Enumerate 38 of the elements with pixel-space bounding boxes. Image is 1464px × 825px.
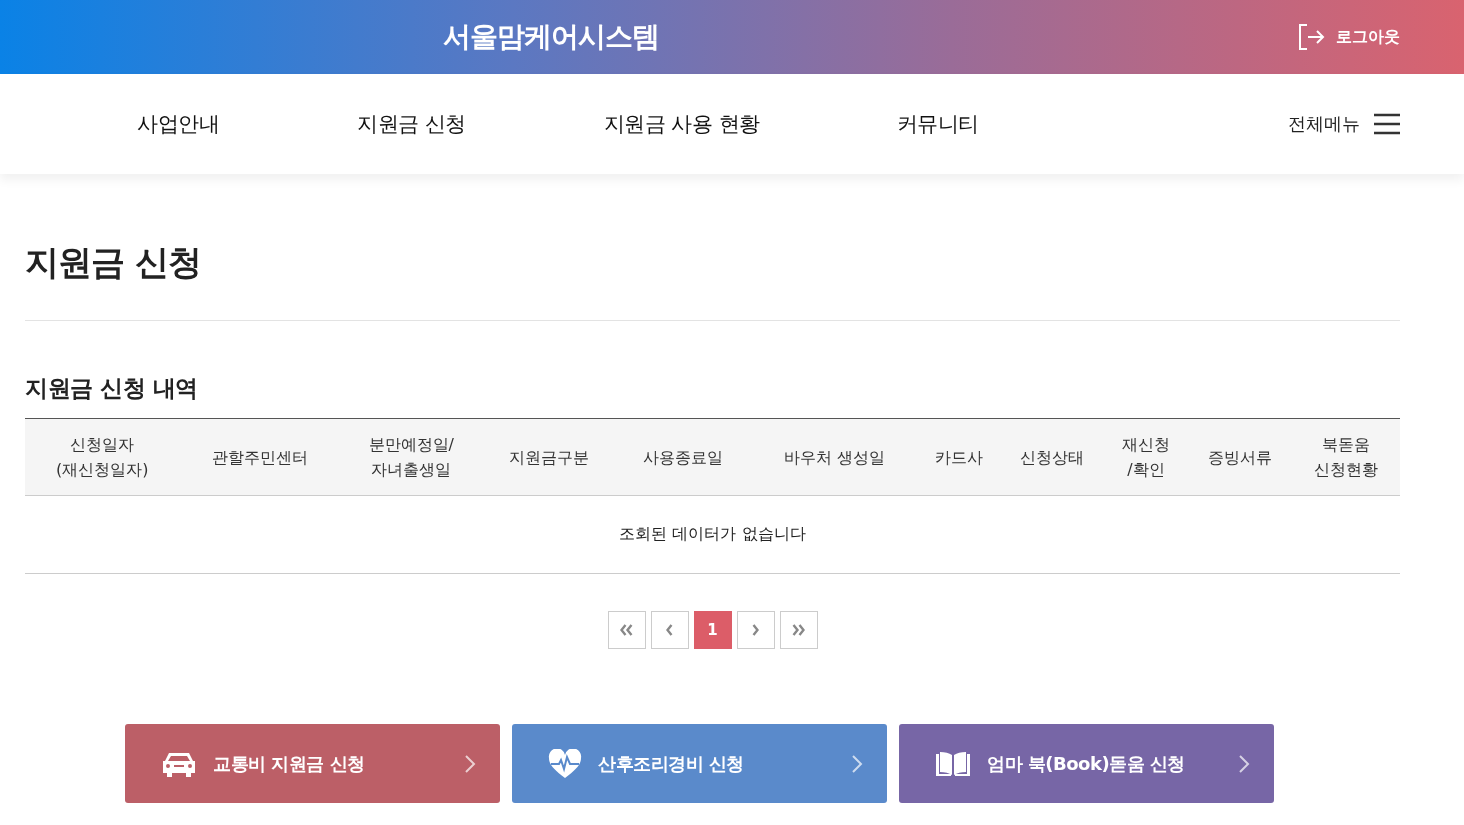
open-book-icon: [935, 750, 971, 777]
logout-button[interactable]: 로그아웃: [1298, 24, 1400, 50]
nav-item[interactable]: 지원금 신청: [357, 110, 466, 138]
chevron-right-icon: [1238, 753, 1250, 774]
quick-link-button[interactable]: 교통비 지원금 신청: [125, 724, 500, 803]
column-header: 증빙서류: [1186, 418, 1293, 496]
column-header: 지원금구분: [482, 418, 617, 496]
column-header: 신청상태: [998, 418, 1106, 496]
column-header: 북돋움 신청현황: [1293, 418, 1400, 496]
nav-item[interactable]: 지원금 사용 현황: [603, 110, 760, 138]
section-title: 지원금 신청 내역: [25, 374, 199, 403]
quick-link-button[interactable]: 엄마 북(Book)돋움 신청: [899, 724, 1274, 803]
page-nav-button[interactable]: [779, 611, 818, 649]
site-title: 서울맘케어시스템: [443, 19, 659, 55]
nav-item[interactable]: 사업안내: [137, 110, 219, 138]
all-menu-button[interactable]: 전체메뉴: [1288, 112, 1400, 136]
page-nav-button[interactable]: [607, 611, 646, 649]
chevron-right-icon: [752, 624, 759, 636]
chevron-left-icon: [666, 624, 673, 636]
chevron-right-icon: [851, 753, 863, 774]
chevron-right-icon: [464, 753, 476, 774]
logout-icon: [1298, 24, 1326, 50]
page-title: 지원금 신청: [25, 174, 1400, 321]
column-header: 사용종료일: [616, 418, 750, 496]
heart-pulse-icon: [548, 748, 582, 779]
empty-message: 조회된 데이터가 없습니다: [25, 495, 1400, 574]
quick-link-button[interactable]: 산후조리경비 신청: [512, 724, 887, 803]
column-header: 분만예정일/ 자녀출생일: [339, 418, 483, 496]
page-button[interactable]: 1: [693, 611, 732, 649]
menu-icon: [1374, 113, 1400, 135]
column-header: 관할주민센터: [179, 418, 340, 496]
nav-item[interactable]: 커뮤니티: [896, 110, 979, 138]
column-header: 카드사: [918, 418, 999, 496]
column-header: 재신청 /확인: [1105, 418, 1187, 496]
double-chevron-left-icon: [620, 624, 633, 636]
column-header: 바우처 생성일: [749, 418, 919, 496]
double-chevron-right-icon: [792, 624, 805, 636]
column-header: 신청일자 (재신청일자): [25, 418, 180, 496]
